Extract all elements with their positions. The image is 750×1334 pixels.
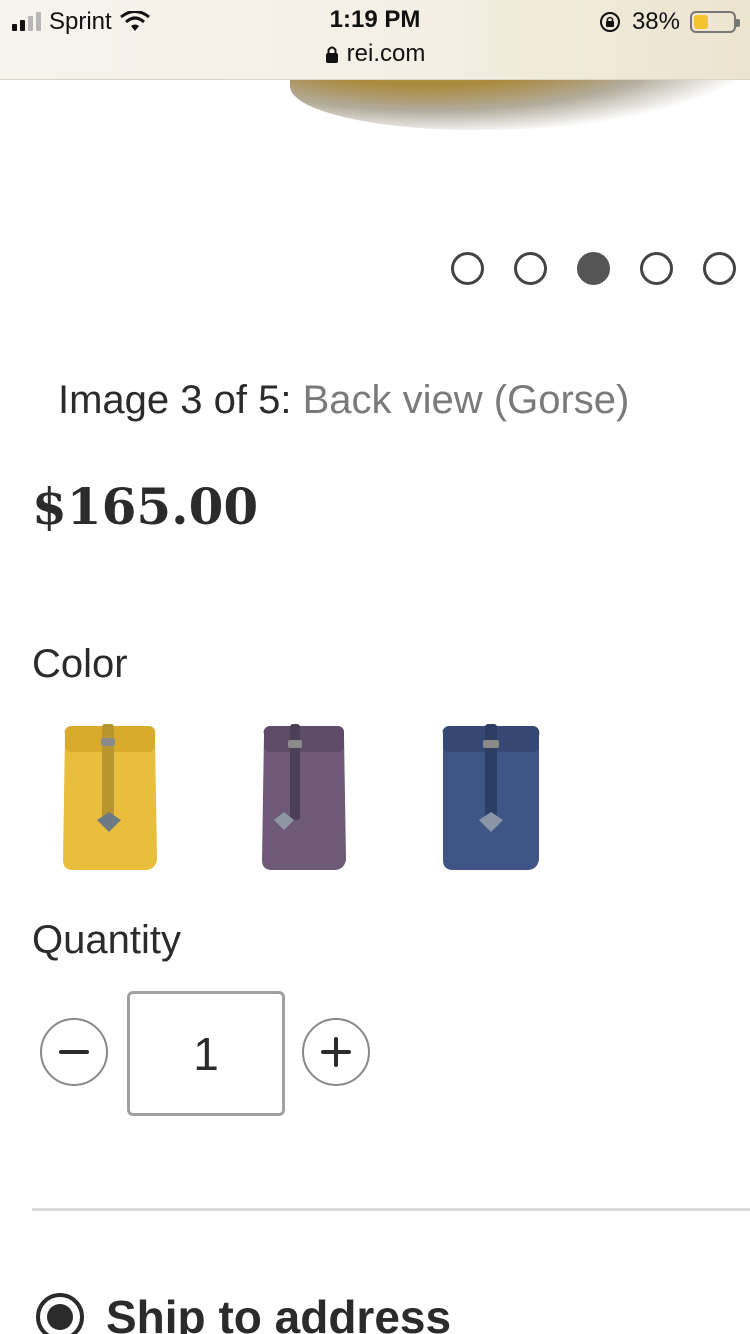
color-label: Color	[32, 642, 128, 686]
backpack-icon	[442, 724, 540, 870]
carousel-dot-5[interactable]	[703, 252, 736, 285]
decrease-quantity-button[interactable]	[40, 1018, 108, 1086]
color-swatch-navy[interactable]	[435, 720, 545, 872]
ship-to-address-option[interactable]: Ship to address	[36, 1290, 451, 1334]
plus-icon-vertical	[334, 1037, 338, 1067]
browser-status-bar: Sprint 1:19 PM rei.com 38%	[0, 0, 750, 80]
section-divider	[32, 1208, 750, 1211]
radio-selected-dot	[47, 1304, 73, 1330]
battery-fill	[694, 15, 709, 29]
url-text: rei.com	[346, 40, 426, 67]
battery-percent: 38%	[631, 8, 680, 35]
image-caption: Image 3 of 5: Back view (Gorse)	[58, 378, 629, 423]
increase-quantity-button[interactable]	[302, 1018, 370, 1086]
rotation-lock-icon	[599, 12, 620, 32]
battery-icon	[690, 11, 740, 33]
ship-option-label: Ship to address	[106, 1291, 452, 1334]
status-right: 38%	[598, 8, 740, 36]
carousel-dot-2[interactable]	[514, 252, 547, 285]
caption-prefix: Image 3 of 5:	[58, 378, 292, 422]
product-price: $165.00	[32, 477, 259, 536]
color-swatch-purple[interactable]	[250, 720, 360, 872]
color-swatch-gorse[interactable]	[55, 720, 165, 872]
quantity-input[interactable]	[127, 991, 285, 1116]
quantity-label: Quantity	[32, 918, 181, 962]
battery-nub	[736, 19, 740, 27]
backpack-icon	[63, 724, 157, 870]
carousel-dots	[451, 252, 736, 285]
carousel-dot-3[interactable]	[577, 252, 610, 285]
ship-radio-button[interactable]	[36, 1293, 84, 1334]
carousel-dot-4[interactable]	[640, 252, 673, 285]
minus-icon	[59, 1050, 89, 1054]
backpack-icon	[262, 724, 346, 870]
url-bar[interactable]: rei.com	[0, 40, 750, 68]
caption-description: Back view (Gorse)	[302, 378, 630, 422]
lock-icon	[325, 46, 338, 63]
carousel-dot-1[interactable]	[451, 252, 484, 285]
